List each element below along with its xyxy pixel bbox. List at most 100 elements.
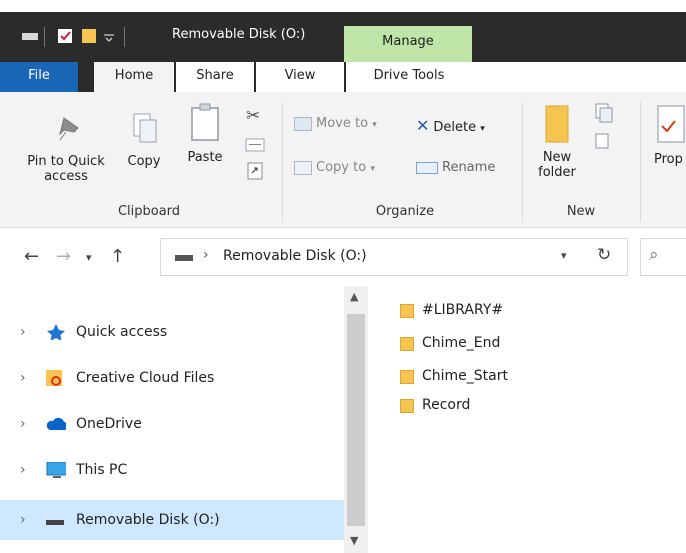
forward-icon[interactable]: →	[56, 246, 71, 267]
folder-icon	[400, 304, 414, 318]
refresh-icon[interactable]: ↻	[597, 245, 611, 265]
new-folder-button[interactable]: New folder	[530, 100, 584, 196]
navigation-pane: › Quick access › Creative Cloud Files › …	[0, 286, 344, 553]
nav-item-creative-cloud-files[interactable]: › Creative Cloud Files	[0, 358, 344, 398]
copy-to-button[interactable]: Copy to ▾	[294, 160, 406, 182]
paste-label: Paste	[187, 150, 223, 165]
tab-share[interactable]: Share	[176, 62, 254, 92]
copy-button[interactable]: Copy	[122, 106, 166, 176]
breadcrumb-removable-disk[interactable]: Removable Disk (O:)	[223, 248, 367, 264]
quick-access-toolbar	[22, 27, 162, 47]
back-icon[interactable]: ←	[24, 246, 39, 267]
copy-path-icon[interactable]	[245, 138, 265, 152]
nav-item-onedrive[interactable]: › OneDrive	[0, 404, 344, 444]
nav-item-label: Creative Cloud Files	[76, 370, 215, 386]
window-title: Removable Disk (O:)	[172, 27, 306, 42]
search-icon: ⌕	[649, 245, 659, 265]
monitor-icon	[46, 462, 66, 478]
separator	[282, 102, 283, 222]
nav-item-label: Quick access	[76, 324, 168, 340]
clipboard-small-buttons: ✂	[240, 104, 270, 190]
properties-icon	[657, 105, 685, 143]
ribbon-tabs: File Home Share View Drive Tools	[0, 62, 686, 92]
pin-label-line1: Pin to Quick	[27, 154, 105, 169]
separator	[522, 102, 523, 222]
new-folder-label-line2: folder	[538, 165, 576, 180]
cut-icon[interactable]: ✂	[246, 106, 260, 126]
scroll-down-icon[interactable]: ▼	[350, 534, 358, 547]
star-icon	[47, 324, 65, 340]
chevron-down-icon: ▾	[480, 124, 485, 134]
copy-to-icon	[294, 160, 312, 175]
file-name: Chime_Start	[422, 368, 508, 384]
nav-item-removable-disk[interactable]: › Removable Disk (O:)	[0, 500, 344, 540]
title-icons	[22, 27, 125, 47]
address-row: ← → ▾ ↑ › Removable Disk (O:) ▾ ↻ ⌕	[0, 228, 686, 286]
folder-icon	[400, 370, 414, 384]
nav-item-quick-access[interactable]: › Quick access	[0, 312, 344, 352]
delete-label: Delete	[433, 120, 477, 135]
file-list: #LIBRARY# Chime_End Chime_Start Record	[368, 286, 686, 553]
ribbon: Pin to Quick access Copy Paste ✂ Clipboa…	[0, 92, 686, 228]
paste-shortcut-icon[interactable]	[247, 162, 263, 180]
expand-chevron-icon[interactable]: ›	[20, 312, 26, 352]
rename-button[interactable]: Rename	[416, 160, 520, 182]
title-bar: Removable Disk (O:) Manage	[0, 12, 686, 62]
drive-icon	[175, 255, 193, 261]
breadcrumb-chevron-icon[interactable]: ›	[203, 247, 209, 263]
manage-contextual-tab[interactable]: Manage	[344, 26, 472, 62]
expand-chevron-icon[interactable]: ›	[20, 404, 26, 444]
tab-drive-tools[interactable]: Drive Tools	[346, 62, 472, 92]
chevron-down-icon: ▾	[372, 120, 377, 130]
drive-icon	[46, 520, 64, 525]
move-to-label: Move to	[316, 116, 369, 131]
properties-button[interactable]: Prop	[648, 100, 686, 180]
organize-group-label: Organize	[375, 204, 435, 219]
expand-chevron-icon[interactable]: ›	[20, 500, 26, 540]
folder-icon	[400, 337, 414, 351]
up-icon[interactable]: ↑	[110, 246, 125, 267]
nav-pane-scrollbar[interactable]: ▲ ▼	[344, 286, 368, 553]
cloud-icon	[46, 417, 66, 430]
tab-home[interactable]: Home	[94, 62, 174, 92]
rename-icon	[416, 161, 438, 174]
creative-cloud-icon	[46, 370, 62, 386]
paste-icon	[191, 103, 219, 141]
search-box[interactable]: ⌕	[640, 238, 686, 276]
properties-label: Prop	[654, 152, 683, 167]
file-name: #LIBRARY#	[422, 302, 504, 318]
tab-file[interactable]: File	[0, 62, 78, 92]
delete-button[interactable]: ✕ Delete ▾	[416, 116, 520, 138]
scrollbar-thumb[interactable]	[347, 314, 365, 526]
new-folder-label-line1: New	[542, 150, 572, 165]
nav-item-label: Removable Disk (O:)	[76, 512, 220, 528]
pin-label-line2: access	[44, 169, 88, 184]
expand-chevron-icon[interactable]: ›	[20, 358, 26, 398]
address-bar[interactable]: › Removable Disk (O:) ▾ ↻	[160, 238, 628, 276]
address-dropdown-icon[interactable]: ▾	[561, 249, 567, 262]
new-group-label: New	[566, 204, 596, 219]
pin-to-quick-access-button[interactable]: Pin to Quick access	[20, 106, 112, 196]
tabs-filler	[472, 62, 686, 92]
tab-view[interactable]: View	[256, 62, 344, 92]
expand-chevron-icon[interactable]: ›	[20, 450, 26, 490]
nav-item-label: This PC	[76, 462, 128, 478]
recent-locations-icon[interactable]: ▾	[86, 251, 92, 264]
paste-button[interactable]: Paste	[180, 100, 230, 176]
separator	[640, 102, 641, 222]
clipboard-group-label: Clipboard	[117, 204, 181, 219]
file-name: Record	[422, 397, 471, 413]
nav-item-label: OneDrive	[76, 416, 142, 432]
copy-icon	[133, 113, 157, 143]
new-item-icons[interactable]	[592, 100, 618, 156]
scroll-up-icon[interactable]: ▲	[350, 290, 358, 303]
nav-item-this-pc[interactable]: › This PC	[0, 450, 344, 490]
delete-x-icon: ✕	[416, 116, 430, 135]
rename-label: Rename	[442, 160, 496, 175]
folder-icon	[545, 105, 569, 143]
folder-icon	[400, 399, 414, 413]
move-to-icon	[294, 116, 312, 131]
copy-label: Copy	[127, 154, 161, 169]
copy-to-label: Copy to	[316, 160, 367, 175]
move-to-button[interactable]: Move to ▾	[294, 116, 406, 138]
